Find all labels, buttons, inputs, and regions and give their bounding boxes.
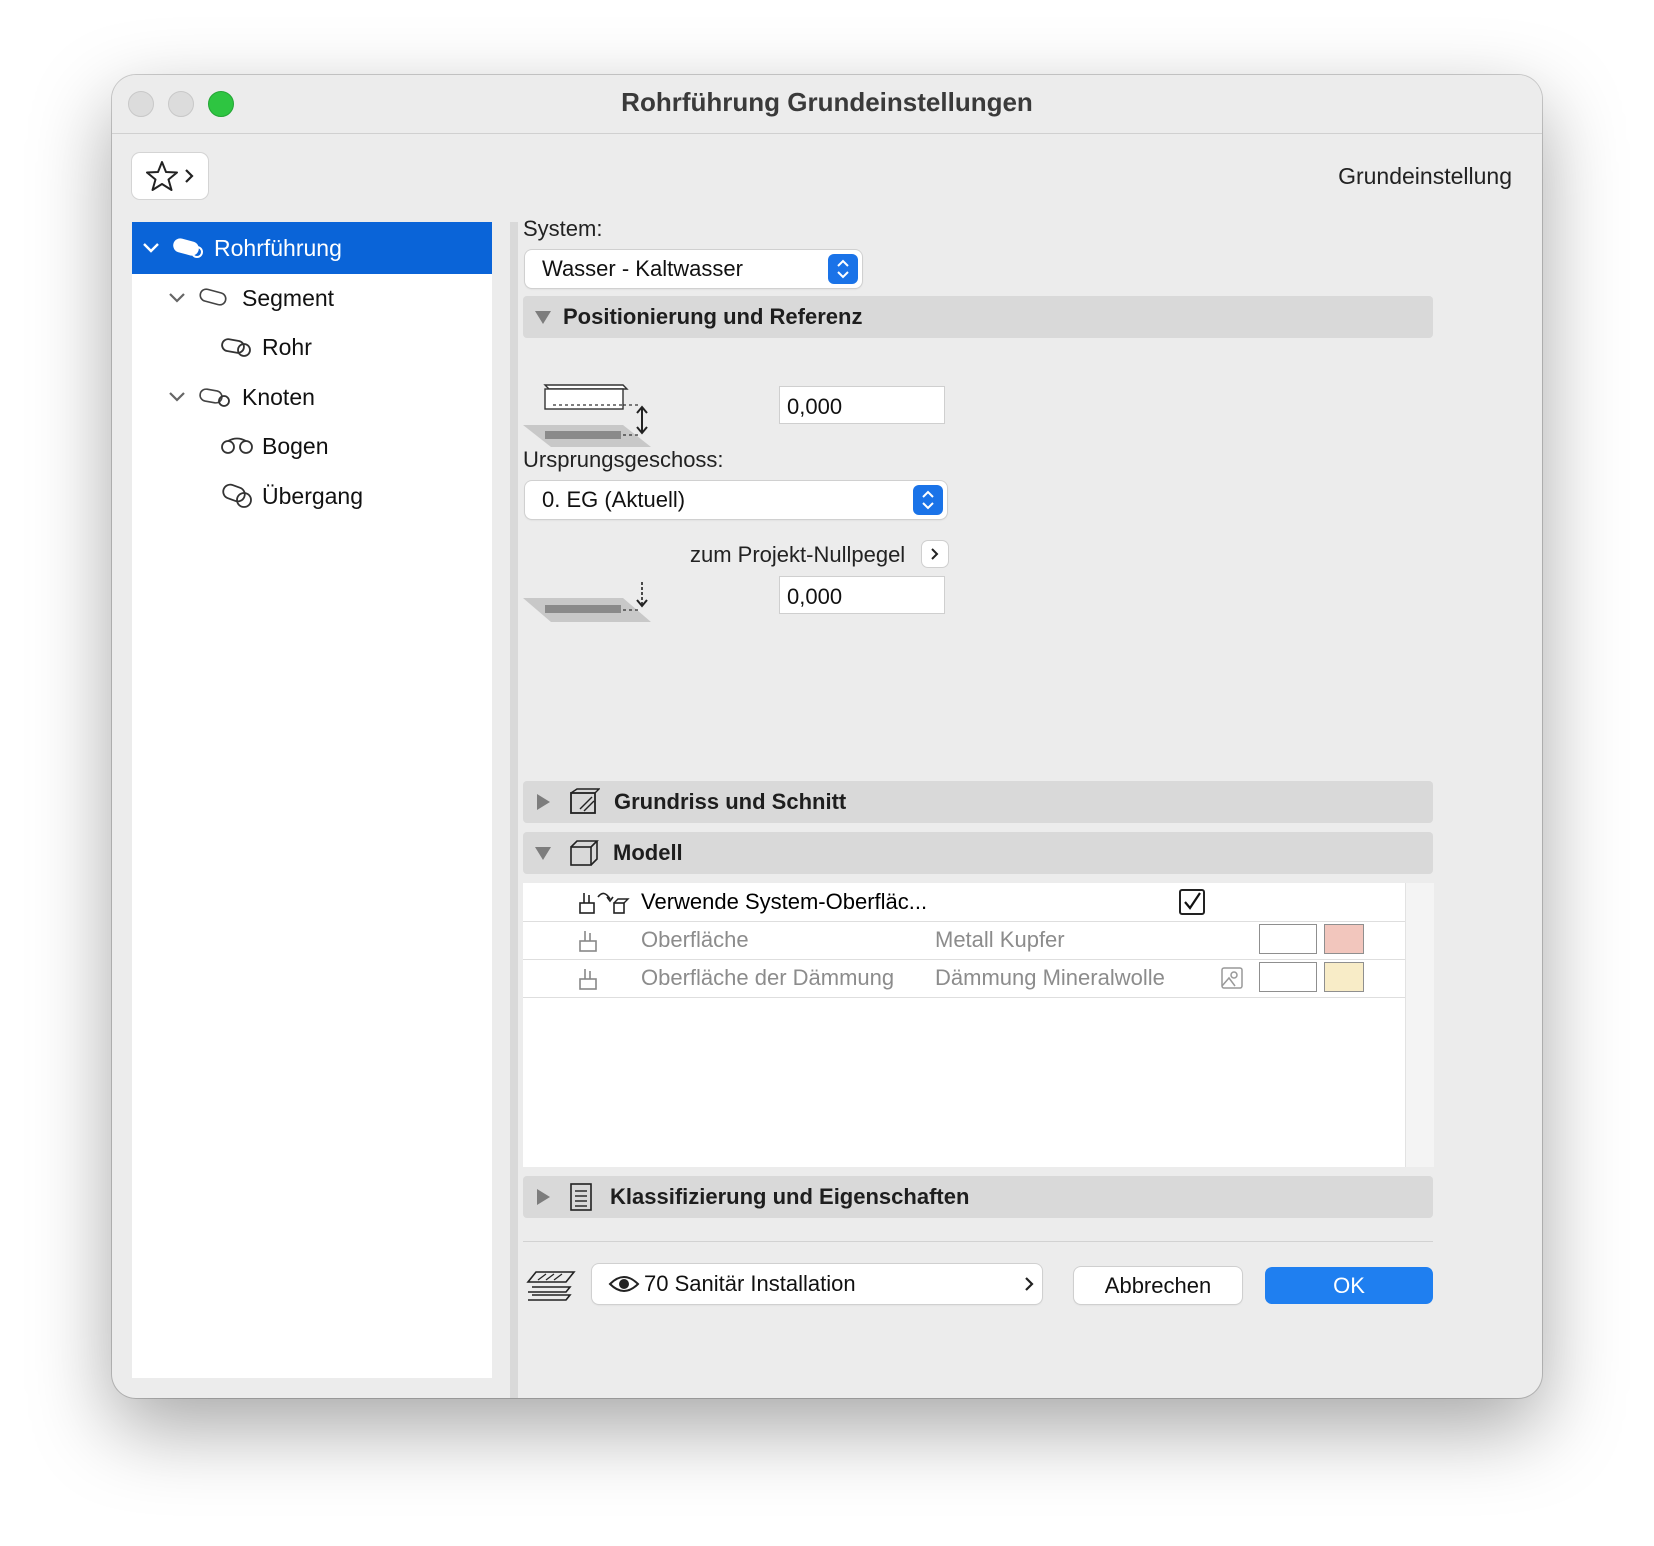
tree-item-label: Rohr bbox=[262, 333, 312, 360]
tree-item-label: Segment bbox=[242, 284, 335, 311]
section-title: Grundriss und Schnitt bbox=[614, 789, 847, 814]
reference-picker-button[interactable] bbox=[922, 541, 948, 567]
chevron-right-icon bbox=[1025, 1277, 1034, 1291]
home-story-label: Ursprungsgeschoss: bbox=[523, 447, 724, 472]
section-title: Modell bbox=[613, 840, 683, 865]
chevron-down-icon bbox=[143, 243, 159, 253]
tree-item-knoten[interactable]: Knoten bbox=[132, 371, 492, 423]
section-positionierung[interactable]: Positionierung und Referenz bbox=[523, 296, 1433, 338]
paint-brush-icon bbox=[579, 931, 597, 952]
list-item-surface[interactable]: Oberfläche Metall Kupfer bbox=[523, 921, 1405, 960]
surface-value[interactable]: Metall Kupfer bbox=[935, 927, 1065, 953]
bend-icon bbox=[221, 437, 253, 454]
layer-select-button[interactable]: 70 Sanitär Installation bbox=[592, 1264, 1042, 1304]
tree-item-label: Rohrführung bbox=[214, 234, 342, 261]
home-story-select-value: 0. EG (Aktuell) bbox=[542, 487, 686, 512]
title-bar: Rohrführung Grundeinstellungen bbox=[112, 75, 1542, 134]
disclosure-triangle-right-icon bbox=[537, 794, 550, 810]
use-system-surface-checkbox[interactable] bbox=[1179, 889, 1205, 915]
list-item-name: Oberfläche bbox=[641, 927, 749, 952]
star-icon bbox=[146, 161, 178, 191]
offset-input[interactable]: 0,000 bbox=[779, 386, 945, 424]
tree-item-label: Knoten bbox=[242, 383, 315, 410]
cancel-button[interactable]: Abbrechen bbox=[1074, 1267, 1242, 1304]
list-scrollbar[interactable] bbox=[1405, 883, 1434, 1167]
layers-icon bbox=[526, 1271, 576, 1301]
reference-offset-input[interactable]: 0,000 bbox=[779, 576, 945, 614]
dialog-window: Rohrführung Grundeinstellungen Grundeins… bbox=[112, 75, 1542, 1398]
chevron-right-icon bbox=[185, 169, 194, 183]
favorites-button[interactable] bbox=[132, 153, 208, 199]
up-down-arrows-icon bbox=[828, 254, 858, 284]
reference-label: zum Projekt-Nullpegel bbox=[690, 542, 906, 567]
preset-name-label: Grundeinstellung bbox=[1338, 163, 1512, 189]
tree-item-segment[interactable]: Segment bbox=[132, 272, 492, 324]
list-item-name: Oberfläche der Dämmung bbox=[641, 965, 895, 990]
insulation-color-swatch[interactable] bbox=[1324, 962, 1364, 992]
settings-tree: Rohrführung Segment Rohr Knoten Bogen Üb… bbox=[132, 222, 492, 1378]
surface-color-swatch[interactable] bbox=[1324, 924, 1364, 954]
checkmark-icon bbox=[1184, 892, 1201, 910]
floorplan-section-icon bbox=[570, 788, 600, 814]
tree-item-rohr[interactable]: Rohr bbox=[132, 321, 492, 373]
section-klassifizierung[interactable]: Klassifizierung und Eigenschaften bbox=[523, 1176, 1433, 1218]
element-offset-icon bbox=[523, 384, 651, 447]
pipe-route-icon bbox=[173, 238, 203, 258]
tree-item-label: Übergang bbox=[262, 482, 364, 509]
disclosure-triangle-down-icon bbox=[535, 846, 551, 860]
layer-name: 70 Sanitär Installation bbox=[644, 1271, 856, 1296]
tree-item-label: Bogen bbox=[262, 432, 329, 459]
home-story-select[interactable]: 0. EG (Aktuell) bbox=[525, 481, 947, 519]
section-modell[interactable]: Modell bbox=[523, 832, 1433, 874]
model-cube-icon bbox=[570, 840, 599, 866]
eye-icon bbox=[608, 1276, 640, 1292]
footer-divider bbox=[523, 1241, 1433, 1242]
tree-item-uebergang[interactable]: Übergang bbox=[132, 470, 492, 522]
chevron-right-icon bbox=[931, 548, 939, 560]
insulation-surface-value[interactable]: Dämmung Mineralwolle bbox=[935, 965, 1165, 991]
section-title: Positionierung und Referenz bbox=[563, 304, 863, 329]
tree-item-rohrfuehrung[interactable]: Rohrführung bbox=[132, 222, 492, 274]
system-select[interactable]: Wasser - Kaltwasser bbox=[525, 250, 862, 288]
tree-item-bogen[interactable]: Bogen bbox=[132, 420, 492, 472]
list-item-use-system-surface[interactable]: Verwende System-Oberfläc... bbox=[523, 883, 1405, 922]
pipe-icon bbox=[221, 338, 251, 357]
texture-image-icon bbox=[1221, 967, 1243, 989]
window-title: Rohrführung Grundeinstellungen bbox=[621, 87, 1033, 117]
paint-brush-override-icon bbox=[579, 892, 630, 914]
ok-button[interactable]: OK bbox=[1265, 1267, 1433, 1304]
transition-icon bbox=[222, 483, 252, 508]
model-surfaces-list: Verwende System-Oberfläc... Oberfläche M… bbox=[523, 883, 1405, 1167]
surface-swatch-empty bbox=[1259, 924, 1317, 954]
insulation-swatch-empty bbox=[1259, 962, 1317, 992]
system-select-value: Wasser - Kaltwasser bbox=[542, 256, 743, 281]
section-title: Klassifizierung und Eigenschaften bbox=[610, 1184, 970, 1209]
document-list-icon bbox=[570, 1183, 592, 1211]
list-item-name: Verwende System-Oberfläc... bbox=[641, 889, 928, 914]
chevron-down-icon bbox=[169, 392, 185, 402]
section-grundriss[interactable]: Grundriss und Schnitt bbox=[523, 781, 1433, 823]
disclosure-triangle-right-icon bbox=[537, 1189, 550, 1205]
panel-splitter[interactable] bbox=[510, 222, 518, 1398]
list-item-insulation-surface[interactable]: Oberfläche der Dämmung Dämmung Mineralwo… bbox=[523, 959, 1405, 998]
up-down-arrows-icon bbox=[913, 485, 943, 515]
paint-brush-icon bbox=[579, 969, 597, 990]
node-icon bbox=[199, 388, 230, 407]
reference-level-icon bbox=[523, 582, 651, 622]
chevron-down-icon bbox=[169, 293, 185, 303]
system-label: System: bbox=[523, 216, 603, 241]
disclosure-triangle-down-icon bbox=[535, 310, 551, 324]
segment-icon bbox=[199, 288, 227, 306]
